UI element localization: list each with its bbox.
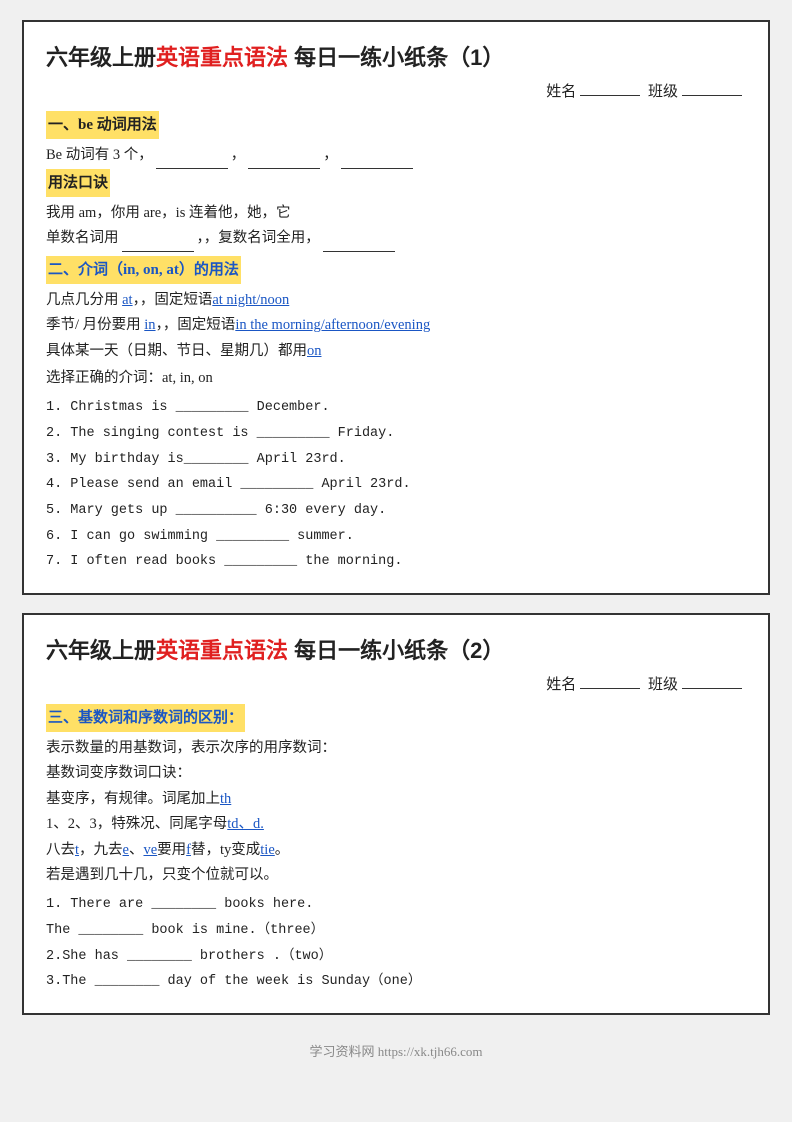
card1-name-line: 姓名 班级 <box>46 80 746 101</box>
section2-label: 二、介词（in, on, at）的用法 <box>46 256 241 284</box>
section3-label-wrap: 三、基数词和序数词的区别： <box>46 704 746 736</box>
ex1-1: 1. Christmas is _________ December. <box>46 395 746 421</box>
card-1: 六年级上册英语重点语法 每日一练小纸条（1） 姓名 班级 一、be 动词用法 B… <box>22 20 770 595</box>
card1-name-label: 姓名 <box>546 84 576 100</box>
card2-title: 六年级上册英语重点语法 每日一练小纸条（2） <box>46 633 746 665</box>
card1-title-cn: 六年级上册 <box>46 45 156 70</box>
card1-title: 六年级上册英语重点语法 每日一练小纸条（1） <box>46 40 746 72</box>
body5: 八去t，九去e、ve要用f替，ty变成tie。 <box>46 838 746 863</box>
card1-body: 一、be 动词用法 Be 动词有 3 个，，， 用法口诀 我用 am，你用 ar… <box>46 111 746 575</box>
card1-name-blank[interactable] <box>580 95 640 96</box>
ex1-4: 4. Please send an email _________ April … <box>46 472 746 498</box>
be-blank-3[interactable] <box>341 168 413 169</box>
card2-name-line: 姓名 班级 <box>46 673 746 694</box>
card2-class-blank[interactable] <box>682 688 742 689</box>
card2-title-red: 英语重点语法 <box>156 638 288 663</box>
section1-label: 一、be 动词用法 <box>46 111 746 143</box>
card2-name-blank[interactable] <box>580 688 640 689</box>
footer: 学习资料网 https://xk.tjh66.com <box>310 1041 483 1060</box>
ex1-7: 7. I often read books _________ the morn… <box>46 549 746 575</box>
usage-label: 用法口诀 <box>46 169 110 197</box>
be-verb-text: Be 动词有 3 个， <box>46 147 153 163</box>
section3-label: 三、基数词和序数词的区别： <box>46 704 245 732</box>
card1-title-red: 英语重点语法 <box>156 45 288 70</box>
plural-blank[interactable] <box>323 251 395 252</box>
section2-label-wrap: 二、介词（in, on, at）的用法 <box>46 256 746 288</box>
card2-body: 三、基数词和序数词的区别： 表示数量的用基数词，表示次序的用序数词： 基数词变序… <box>46 704 746 995</box>
footer-text: 学习资料网 https://xk.tjh66.com <box>310 1044 483 1059</box>
card2-title-cn: 六年级上册 <box>46 638 156 663</box>
card1-class-blank[interactable] <box>682 95 742 96</box>
singular-blank[interactable] <box>122 251 194 252</box>
be-blank-1[interactable] <box>156 168 228 169</box>
be-blank-2[interactable] <box>248 168 320 169</box>
ex1-5: 5. Mary gets up __________ 6:30 every da… <box>46 498 746 524</box>
ex1-6: 6. I can go swimming _________ summer. <box>46 524 746 550</box>
ex2-1a: 1. There are ________ books here. <box>46 892 746 918</box>
ex2-2a: 2.She has ________ brothers .（two） <box>46 944 746 970</box>
ex1-3: 3. My birthday is________ April 23rd. <box>46 447 746 473</box>
card2-name-label: 姓名 <box>546 677 576 693</box>
card2-title-rest: 每日一练小纸条（2） <box>288 638 504 663</box>
card1-title-rest: 每日一练小纸条（1） <box>288 45 504 70</box>
prep-at-line: 几点几分用 at，，固定短语at night/noon <box>46 288 746 313</box>
card2-class-label: 班级 <box>648 677 678 693</box>
ex1-2: 2. The singing contest is _________ Frid… <box>46 421 746 447</box>
body4: 1、2、3，特殊况、同尾字母td、d. <box>46 812 746 837</box>
ex2-1b: The ________ book is mine.（three） <box>46 918 746 944</box>
body6: 若是遇到几十几，只变个位就可以。 <box>46 863 746 888</box>
prep-on-line: 具体某一天（日期、节日、星期几）都用on <box>46 339 746 364</box>
prep-in-line: 季节/ 月份要用 in，，固定短语in the morning/afternoo… <box>46 313 746 338</box>
body3: 基变序，有规律。词尾加上th <box>46 787 746 812</box>
exercises-2: 1. There are ________ books here. The __… <box>46 892 746 995</box>
body2: 基数词变序数词口诀： <box>46 761 746 786</box>
usage-label-wrap: 用法口诀 <box>46 169 746 201</box>
usage-line1: 我用 am，你用 are，is 连着他，她，它 <box>46 201 746 226</box>
usage-line2: 单数名词用，，复数名词全用， <box>46 226 746 251</box>
choose-label: 选择正确的介词：at, in, on <box>46 366 746 391</box>
be-verb-line: Be 动词有 3 个，，， <box>46 143 746 168</box>
body1: 表示数量的用基数词，表示次序的用序数词： <box>46 736 746 761</box>
exercises-1: 1. Christmas is _________ December. 2. T… <box>46 395 746 574</box>
card-2: 六年级上册英语重点语法 每日一练小纸条（2） 姓名 班级 三、基数词和序数词的区… <box>22 613 770 1015</box>
ex2-3a: 3.The ________ day of the week is Sunday… <box>46 969 746 995</box>
card1-class-label: 班级 <box>648 84 678 100</box>
